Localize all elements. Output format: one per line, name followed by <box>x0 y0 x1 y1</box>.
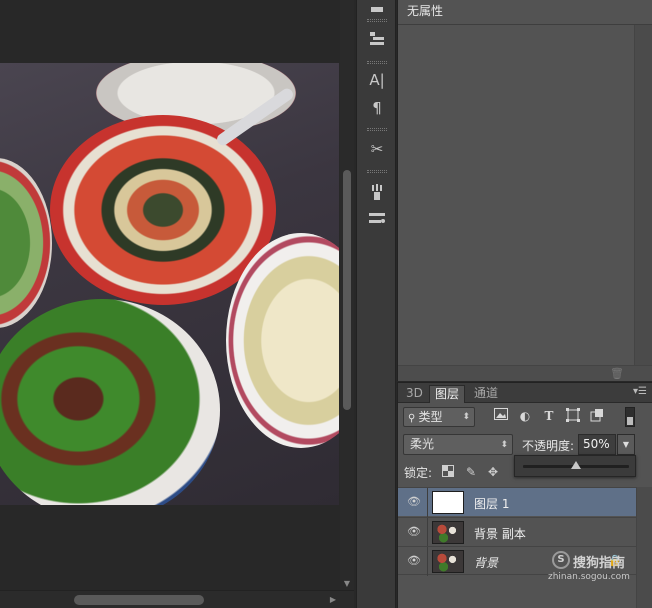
layers-tabbar: 3D 图层 通道 ▾☰ <box>398 383 652 403</box>
lock-transparent-pixels-icon[interactable] <box>441 465 455 479</box>
blend-mode-select[interactable]: 柔光 ⬍ <box>403 434 513 455</box>
shape-filter-icon[interactable] <box>565 408 581 424</box>
opacity-dropdown-button[interactable]: ▼ <box>617 434 635 455</box>
smart-object-filter-icon[interactable] <box>589 408 605 424</box>
panel-icon-strip: A| ¶ ✂ <box>356 0 396 608</box>
brush-preset-icon[interactable] <box>363 206 391 230</box>
vertical-scroll-thumb[interactable] <box>343 170 351 410</box>
properties-footer: 🗑 <box>398 365 652 381</box>
opacity-slider-popup[interactable] <box>514 455 636 477</box>
lock-position-icon[interactable]: ✥ <box>486 465 500 479</box>
eye-icon[interactable]: 👁 <box>406 495 422 509</box>
tab-3d[interactable]: 3D <box>401 385 428 403</box>
layer-name[interactable]: 背景 <box>474 554 498 571</box>
properties-panel: 无属性 🗑 <box>397 0 652 381</box>
horizontal-scrollbar[interactable]: ▶ <box>0 590 354 608</box>
type-filter-icon[interactable]: T <box>541 408 557 424</box>
image-filter-icon[interactable] <box>493 408 509 424</box>
watermark-text: 搜狗指南 <box>573 556 626 571</box>
tools-preset-icon[interactable]: ✂ <box>363 137 391 161</box>
layer-row-background-copy[interactable]: 👁 背景 副本 <box>398 517 636 547</box>
strip-grip-3[interactable] <box>367 128 387 131</box>
updown-icon: ⬍ <box>500 440 508 450</box>
eye-divider <box>427 547 428 576</box>
sogou-logo-icon: S <box>552 551 570 569</box>
watermark-url: zhinan.sogou.com <box>548 572 630 582</box>
history-icon[interactable] <box>363 0 391 24</box>
tab-layers[interactable]: 图层 <box>429 385 466 403</box>
adjustment-filter-icon[interactable]: ◐ <box>517 408 533 424</box>
layer-row-1[interactable]: 👁 图层 1 <box>398 487 636 517</box>
panel-menu-icon[interactable]: ▾☰ <box>633 386 647 397</box>
filter-toggle-switch[interactable] <box>625 407 635 427</box>
document-canvas-area[interactable]: ▼ ▶ <box>0 0 356 608</box>
strip-grip-2[interactable] <box>367 61 387 64</box>
search-icon: ⚲ <box>408 413 419 424</box>
properties-divider <box>398 24 652 25</box>
properties-scrollbar[interactable] <box>634 25 652 365</box>
paragraph-icon[interactable]: ¶ <box>363 96 391 120</box>
filter-type-label: 类型 <box>418 410 443 424</box>
layer-thumbnail <box>432 550 464 573</box>
updown-icon: ⬍ <box>462 412 470 422</box>
layer-name[interactable]: 图层 1 <box>474 495 509 512</box>
lock-image-pixels-icon[interactable]: ✎ <box>464 465 478 479</box>
scroll-right-arrow-icon[interactable]: ▶ <box>326 593 340 607</box>
plate-cucumber <box>0 158 52 328</box>
blend-mode-value: 柔光 <box>410 437 435 451</box>
layer-filter-select[interactable]: ⚲ 类型 ⬍ <box>403 407 475 427</box>
layer-thumbnail <box>432 521 464 544</box>
layer-name[interactable]: 背景 副本 <box>474 525 526 542</box>
eye-icon[interactable]: 👁 <box>406 554 422 568</box>
vertical-scrollbar[interactable]: ▼ <box>340 0 354 590</box>
strip-grip-4[interactable] <box>367 170 387 173</box>
horizontal-scroll-thumb[interactable] <box>74 595 204 605</box>
character-icon[interactable]: A| <box>363 68 391 92</box>
eye-divider <box>427 518 428 547</box>
tab-channels[interactable]: 通道 <box>469 385 503 403</box>
plate-pepper-beef <box>0 299 220 505</box>
scroll-down-arrow-icon[interactable]: ▼ <box>340 578 354 590</box>
eye-divider <box>427 488 428 517</box>
brush-icon[interactable] <box>363 180 391 204</box>
trash-icon[interactable]: 🗑 <box>610 367 624 380</box>
properties-title: 无属性 <box>407 4 444 18</box>
lock-label: 锁定: <box>404 466 433 480</box>
layers-scrollbar[interactable] <box>636 487 652 608</box>
canvas-photo[interactable] <box>0 63 339 505</box>
opacity-label: 不透明度: <box>522 439 575 453</box>
layer-thumbnail <box>432 491 464 514</box>
opacity-slider-thumb[interactable] <box>571 461 581 469</box>
eye-icon[interactable]: 👁 <box>406 525 422 539</box>
opacity-input[interactable]: 50% <box>578 434 616 455</box>
layer-comps-icon[interactable] <box>363 27 391 51</box>
